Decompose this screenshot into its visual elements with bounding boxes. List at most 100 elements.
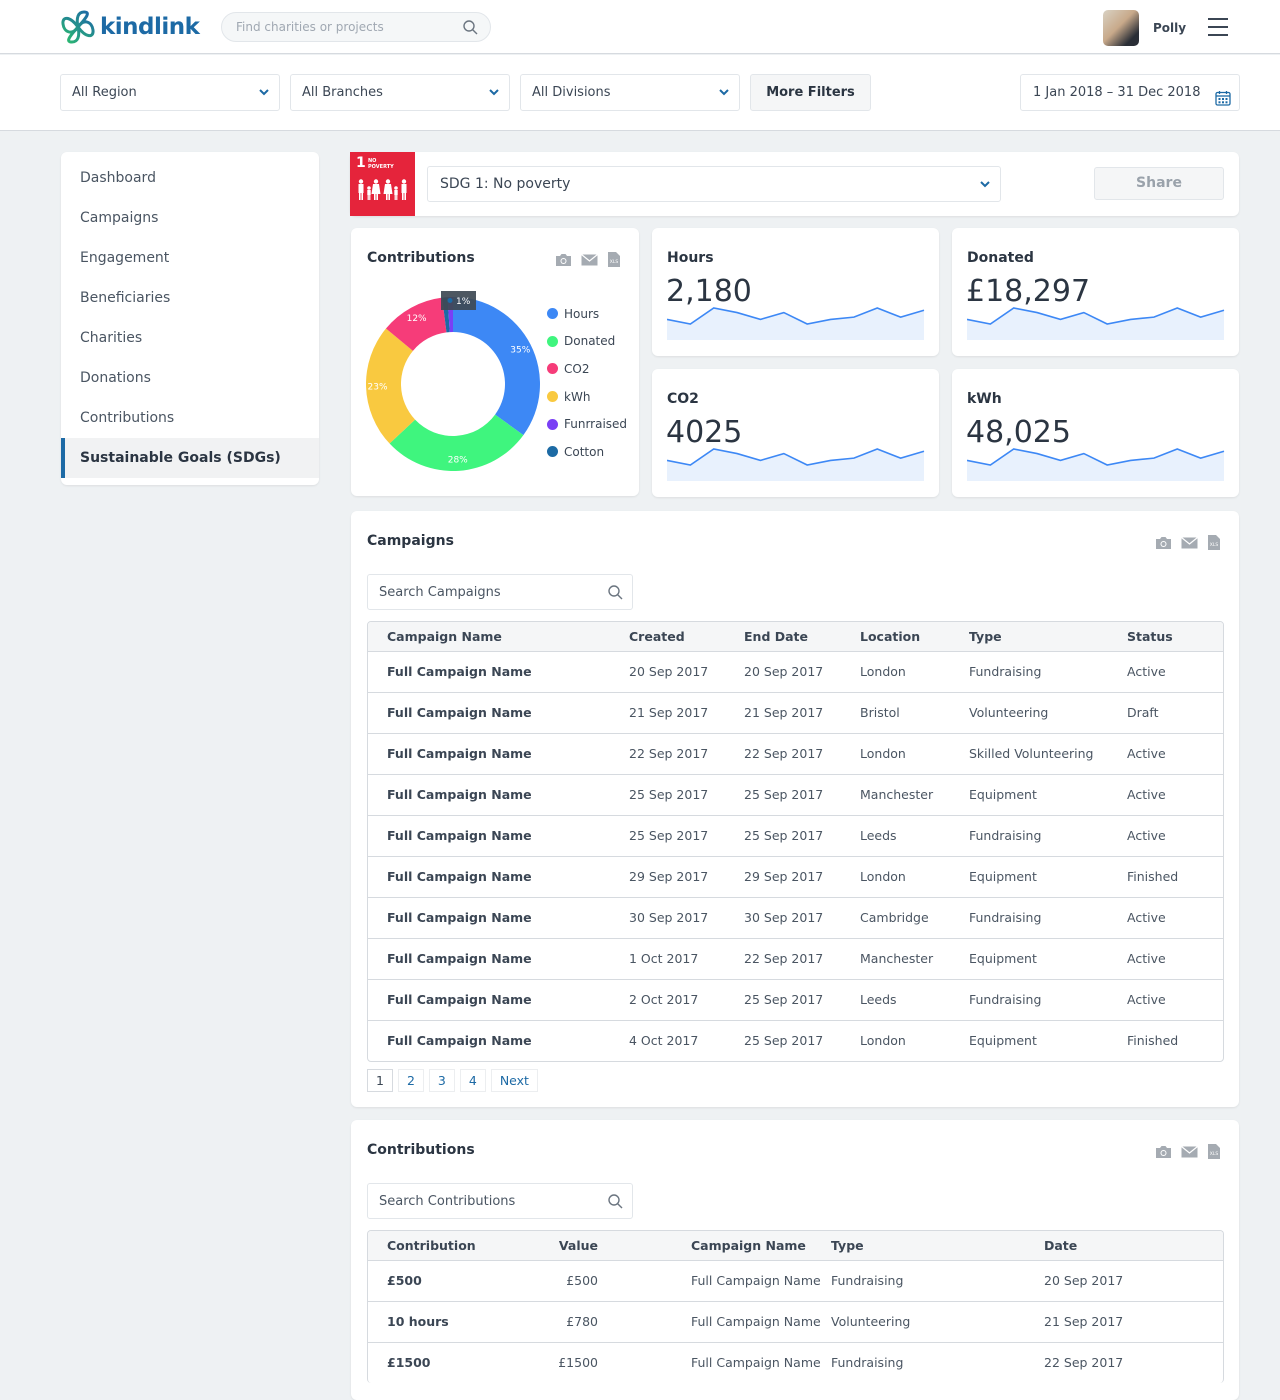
- branches-select-value: All Branches: [302, 85, 383, 100]
- branches-select[interactable]: All Branches: [290, 74, 510, 111]
- email-icon[interactable]: [581, 253, 598, 270]
- column-header[interactable]: Date: [1044, 1231, 1223, 1261]
- sidebar-item-contributions[interactable]: Contributions: [61, 398, 319, 438]
- table-row[interactable]: Full Campaign Name 1 Oct 2017 22 Sep 2017 M…: [368, 938, 1223, 980]
- region-select[interactable]: All Region: [60, 74, 280, 111]
- column-header[interactable]: Status: [1127, 622, 1223, 652]
- campaign-name-cell[interactable]: Full Campaign Name: [368, 733, 629, 775]
- sidebar-item-donations[interactable]: Donations: [61, 358, 319, 398]
- search-icon[interactable]: [463, 20, 478, 39]
- campaign-name-cell[interactable]: Full Campaign Name: [368, 938, 629, 980]
- camera-icon[interactable]: [1155, 1145, 1172, 1163]
- table-row[interactable]: Full Campaign Name 29 Sep 2017 29 Sep 2017…: [368, 856, 1223, 898]
- page-2-button[interactable]: 2: [397, 1069, 424, 1092]
- share-button[interactable]: Share: [1094, 167, 1224, 200]
- legend-item-kwh[interactable]: kWh: [547, 383, 627, 411]
- end-date-cell: 25 Sep 2017: [744, 979, 860, 1021]
- column-header[interactable]: Location: [860, 622, 969, 652]
- column-header[interactable]: Created: [629, 622, 744, 652]
- sidebar-item-beneficiaries[interactable]: Beneficiaries: [61, 278, 319, 318]
- legend-item-funrraised[interactable]: Funrraised: [547, 410, 627, 438]
- xls-export-icon[interactable]: XLS: [1207, 534, 1221, 555]
- more-filters-button[interactable]: More Filters: [750, 74, 871, 111]
- column-header[interactable]: Contribution: [368, 1231, 508, 1261]
- column-header[interactable]: Value: [508, 1231, 598, 1261]
- hamburger-menu-icon[interactable]: [1208, 18, 1228, 36]
- table-row[interactable]: 10 hours £780 Full Campaign Name Volunteeri…: [368, 1301, 1223, 1343]
- sidebar-item-dashboard[interactable]: Dashboard: [61, 158, 319, 198]
- type-cell: Volunteering: [831, 1301, 1044, 1343]
- page-4-button[interactable]: 4: [459, 1069, 486, 1092]
- table-row[interactable]: Full Campaign Name 2 Oct 2017 25 Sep 2017 L…: [368, 979, 1223, 1021]
- sdg-select[interactable]: SDG 1: No poverty: [427, 166, 1001, 202]
- contributions-search-input[interactable]: [368, 1184, 588, 1218]
- campaign-name-cell[interactable]: Full Campaign Name: [368, 1020, 629, 1061]
- stat-label: CO2: [667, 391, 699, 407]
- date-cell: 21 Sep 2017: [1044, 1301, 1223, 1343]
- email-icon[interactable]: [1181, 1145, 1198, 1162]
- table-row[interactable]: Full Campaign Name 4 Oct 2017 25 Sep 2017 L…: [368, 1020, 1223, 1061]
- calendar-icon[interactable]: [1215, 85, 1231, 120]
- table-row[interactable]: £1500 £1500 Full Campaign Name Fundraising 2…: [368, 1342, 1223, 1383]
- table-row[interactable]: £500 £500 Full Campaign Name Fundraising 20 …: [368, 1260, 1223, 1302]
- brand-name: kindlink: [100, 14, 200, 40]
- campaign-name-cell[interactable]: Full Campaign Name: [368, 897, 629, 939]
- donut-data-label: 12%: [407, 314, 427, 324]
- table-row[interactable]: Full Campaign Name 30 Sep 2017 30 Sep 2017…: [368, 897, 1223, 939]
- table-row[interactable]: Full Campaign Name 20 Sep 2017 20 Sep 2017…: [368, 651, 1223, 693]
- kindlink-logo[interactable]: kindlink: [60, 10, 200, 44]
- campaign-name-cell[interactable]: Full Campaign Name: [368, 979, 629, 1021]
- status-cell: Active: [1127, 733, 1223, 775]
- contributions-table: Contribution Value Campaign Name Type Date £…: [367, 1230, 1224, 1383]
- sidebar-item-charities[interactable]: Charities: [61, 318, 319, 358]
- table-row[interactable]: Full Campaign Name 25 Sep 2017 25 Sep 2017…: [368, 815, 1223, 857]
- column-header[interactable]: Type: [969, 622, 1127, 652]
- column-header[interactable]: End Date: [744, 622, 860, 652]
- campaign-name-cell[interactable]: Full Campaign Name: [368, 774, 629, 816]
- sidebar-item-engagement[interactable]: Engagement: [61, 238, 319, 278]
- campaign-name-cell[interactable]: Full Campaign Name: [368, 692, 629, 734]
- search-icon[interactable]: [608, 585, 623, 604]
- location-cell: London: [860, 733, 969, 775]
- search-icon[interactable]: [608, 1194, 623, 1213]
- page-1-button[interactable]: 1: [367, 1069, 393, 1092]
- svg-text:XLS: XLS: [1210, 1151, 1219, 1157]
- sidebar-item-sustainable-goals-sdgs[interactable]: Sustainable Goals (SDGs): [61, 438, 319, 478]
- camera-icon[interactable]: [1155, 536, 1172, 554]
- donut-slice-hours[interactable]: [453, 297, 540, 436]
- legend-item-cotton[interactable]: Cotton: [547, 438, 627, 466]
- table-row[interactable]: Full Campaign Name 21 Sep 2017 21 Sep 2017…: [368, 692, 1223, 734]
- xls-export-icon[interactable]: XLS: [607, 251, 621, 272]
- campaigns-table: Campaign Name Created End Date Location Type…: [367, 621, 1224, 1062]
- divisions-select[interactable]: All Divisions: [520, 74, 740, 111]
- column-header[interactable]: Type: [831, 1231, 1044, 1261]
- campaigns-search-input[interactable]: [368, 575, 588, 609]
- sparkline-chart: [967, 448, 1225, 481]
- campaign-name-cell[interactable]: Full Campaign Name: [368, 651, 629, 693]
- user-menu[interactable]: Polly: [1103, 10, 1186, 46]
- email-icon[interactable]: [1181, 536, 1198, 553]
- page-3-button[interactable]: 3: [428, 1069, 455, 1092]
- user-name[interactable]: Polly: [1153, 21, 1186, 35]
- date-range-picker[interactable]: 1 Jan 2018 – 31 Dec 2018: [1020, 74, 1240, 111]
- legend-item-donated[interactable]: Donated: [547, 328, 627, 356]
- xls-export-icon[interactable]: XLS: [1207, 1143, 1221, 1164]
- camera-icon[interactable]: [555, 253, 572, 271]
- end-date-cell: 20 Sep 2017: [744, 651, 860, 693]
- campaign-name-cell[interactable]: Full Campaign Name: [368, 856, 629, 898]
- stat-label: Donated: [967, 250, 1034, 266]
- sparkline-chart: [667, 448, 925, 481]
- campaign-name-cell[interactable]: Full Campaign Name: [368, 815, 629, 857]
- table-row[interactable]: Full Campaign Name 25 Sep 2017 25 Sep 2017…: [368, 774, 1223, 816]
- global-search-input[interactable]: [222, 13, 442, 41]
- created-cell: 4 Oct 2017: [629, 1033, 699, 1049]
- legend-item-co2[interactable]: CO2: [547, 355, 627, 383]
- table-row[interactable]: Full Campaign Name 22 Sep 2017 22 Sep 2017…: [368, 733, 1223, 775]
- legend-item-hours[interactable]: Hours: [547, 300, 627, 328]
- column-header[interactable]: Campaign Name: [598, 1231, 831, 1261]
- column-header[interactable]: Campaign Name: [368, 622, 629, 652]
- next-page-button[interactable]: Next: [490, 1069, 538, 1092]
- legend-label: Hours: [564, 306, 600, 321]
- avatar[interactable]: [1103, 10, 1139, 46]
- sidebar-item-campaigns[interactable]: Campaigns: [61, 198, 319, 238]
